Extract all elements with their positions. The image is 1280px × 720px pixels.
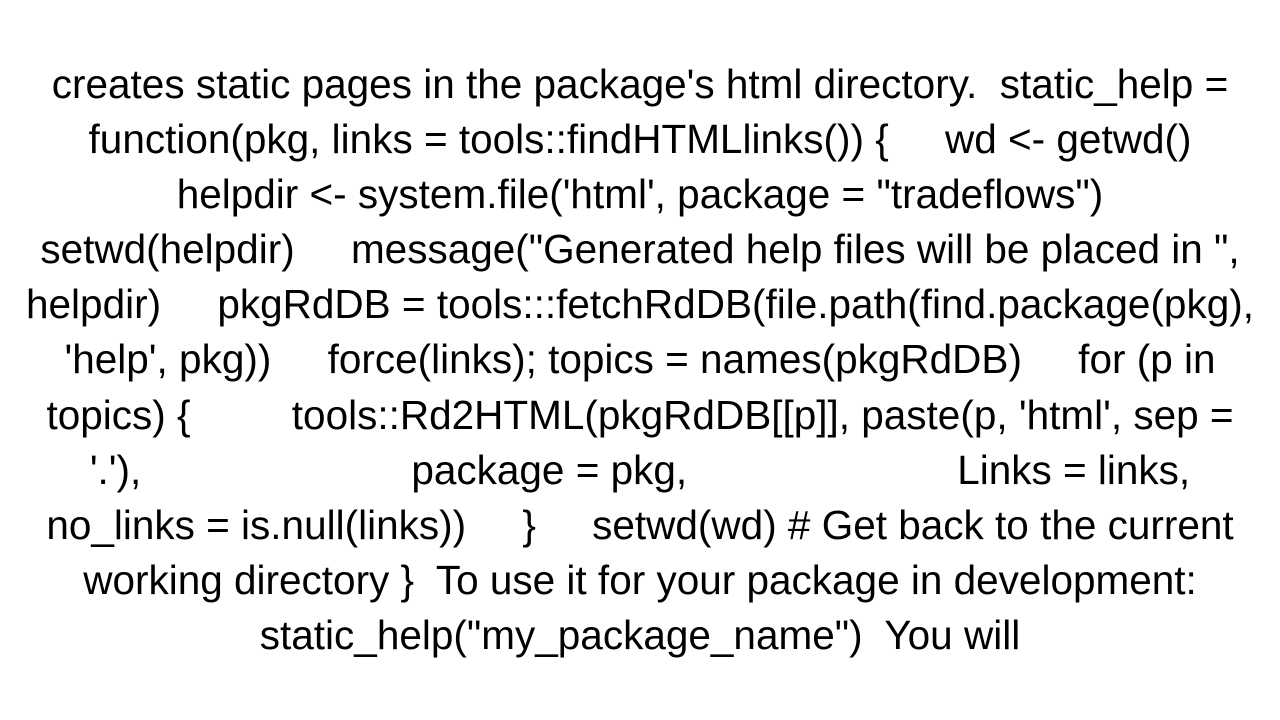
document-body-text: creates static pages in the package's ht… — [0, 0, 1280, 720]
